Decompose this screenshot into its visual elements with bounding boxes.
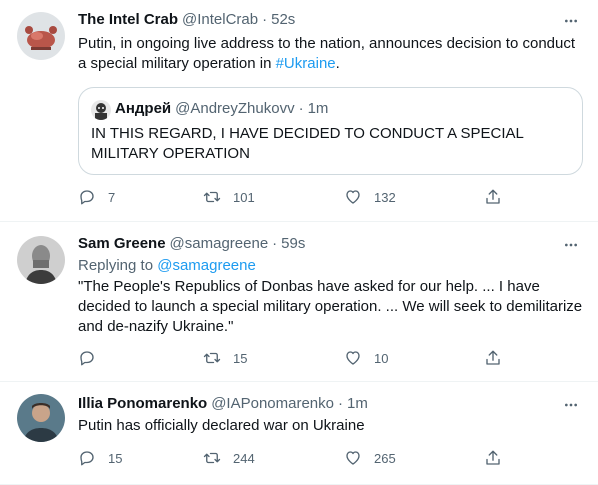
timestamp[interactable]: 1m: [347, 395, 368, 412]
tweet-header: Sam Greene @samagreene · 59s: [78, 235, 305, 252]
action-bar: 7 101 132: [78, 188, 583, 208]
tweet-header: The Intel Crab @IntelCrab · 52s: [78, 11, 295, 28]
like-count: 132: [374, 189, 396, 205]
tweet-header: Illia Ponomarenko @IAPonomarenko · 1m: [78, 395, 368, 412]
retweet-count: 101: [233, 189, 255, 205]
avatar[interactable]: [17, 394, 65, 442]
replying-to: Replying to @samagreene: [78, 256, 583, 276]
separator-dot: ·: [298, 100, 304, 117]
retweet-icon: [203, 191, 221, 203]
author-name[interactable]: Illia Ponomarenko: [78, 395, 207, 412]
tweet-text: Putin has officially declared war on Ukr…: [78, 417, 365, 434]
more-icon[interactable]: [561, 11, 581, 31]
avatar[interactable]: [17, 236, 65, 284]
share-icon: [486, 450, 500, 465]
timestamp[interactable]: 59s: [281, 235, 305, 252]
reply-count: 15: [108, 450, 123, 466]
separator-dot: ·: [272, 235, 278, 252]
quote-author-name: Андрей: [115, 100, 172, 117]
reply-count: 7: [108, 189, 116, 205]
replying-to-label: Replying to: [78, 257, 158, 274]
retweet-icon: [203, 352, 221, 364]
like-count: 265: [374, 450, 396, 466]
retweet-button[interactable]: 101: [203, 188, 255, 206]
author-handle[interactable]: @samagreene: [170, 235, 269, 252]
share-button[interactable]: [484, 449, 502, 467]
reply-icon: [80, 451, 94, 466]
like-button[interactable]: 265: [344, 449, 396, 467]
tweet-text: "The People's Republics of Donbas have a…: [78, 278, 583, 335]
share-icon: [486, 189, 500, 204]
author-name[interactable]: The Intel Crab: [78, 11, 178, 28]
hashtag-link[interactable]: #Ukraine: [276, 55, 336, 72]
heart-icon: [346, 351, 360, 365]
retweet-button[interactable]: 15: [203, 349, 247, 367]
share-button[interactable]: [484, 349, 502, 367]
retweet-button[interactable]: 244: [203, 449, 255, 467]
like-count: 10: [374, 350, 389, 366]
reply-icon: [80, 351, 94, 366]
quote-header: Андрей @AndreyZhukovv · 1m: [115, 100, 328, 117]
tweet-text-suffix: .: [335, 55, 340, 72]
quoted-tweet[interactable]: Андрей @AndreyZhukovv · 1m IN THIS REGAR…: [78, 87, 583, 175]
retweet-icon: [203, 452, 221, 464]
reply-button[interactable]: [78, 349, 108, 367]
author-handle[interactable]: @IAPonomarenko: [211, 395, 334, 412]
retweet-count: 15: [233, 350, 248, 366]
retweet-count: 244: [233, 450, 255, 466]
timestamp[interactable]: 52s: [271, 11, 295, 28]
like-button[interactable]: 10: [344, 349, 388, 367]
heart-icon: [346, 190, 360, 204]
reply-button[interactable]: 15: [78, 449, 122, 467]
reply-button[interactable]: 7: [78, 188, 115, 206]
quote-text: IN THIS REGARD, I HAVE DECIDED TO CONDUC…: [91, 125, 524, 162]
tweet-text: Putin, in ongoing live address to the na…: [78, 34, 583, 74]
quote-avatar: [91, 100, 111, 120]
separator-dot: ·: [262, 11, 268, 28]
share-button[interactable]: [484, 188, 502, 206]
action-bar: 15 10: [78, 349, 583, 369]
author-name[interactable]: Sam Greene: [78, 235, 166, 252]
quote-author-handle: @AndreyZhukovv: [175, 100, 295, 117]
more-icon[interactable]: [561, 235, 581, 255]
like-button[interactable]: 132: [344, 188, 396, 206]
reply-icon: [80, 190, 94, 205]
more-icon[interactable]: [561, 395, 581, 415]
replying-to-link[interactable]: @samagreene: [157, 257, 256, 274]
separator-dot: ·: [338, 395, 343, 412]
author-handle[interactable]: @IntelCrab: [182, 11, 258, 28]
avatar[interactable]: [17, 12, 65, 60]
quote-timestamp: 1m: [307, 100, 329, 117]
share-icon: [486, 350, 500, 365]
heart-icon: [346, 451, 360, 465]
action-bar: 15 244 265: [78, 449, 583, 469]
